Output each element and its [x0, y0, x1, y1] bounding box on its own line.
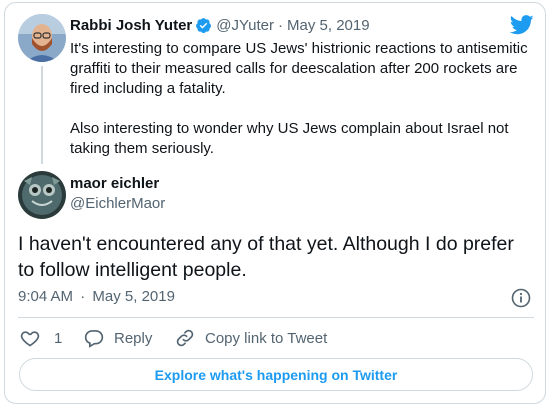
copy-link-button[interactable]: Copy link to Tweet	[175, 328, 327, 348]
parent-tweet-header: Rabbi Josh Yuter @JYuter · May 5, 2019	[70, 17, 370, 34]
parent-text-line: Also interesting to wonder why US Jews c…	[70, 120, 509, 137]
heart-icon	[20, 331, 40, 347]
parent-text-line: graffiti to their measured calls for dee…	[70, 60, 518, 77]
reply-date: May 5, 2019	[92, 288, 175, 305]
reply-tweet-text: I haven't encountered any of that yet. A…	[18, 231, 538, 283]
parent-text-line: taking them seriously.	[70, 140, 214, 157]
reply-author-block: maor eichler @EichlerMaor	[70, 175, 165, 212]
reply-author-handle[interactable]: @EichlerMaor	[70, 195, 165, 212]
reply-bubble-icon	[84, 330, 104, 348]
parent-author-handle[interactable]: @JYuter	[216, 17, 274, 34]
copy-link-label: Copy link to Tweet	[205, 329, 328, 347]
parent-text-line: It's interesting to compare US Jews' his…	[70, 40, 528, 57]
parent-text-line: fired including a fatality.	[70, 80, 226, 97]
parent-author-avatar[interactable]	[18, 14, 66, 62]
thread-connector-line	[41, 66, 43, 164]
link-icon	[176, 329, 194, 347]
reply-time: 9:04 AM	[18, 288, 74, 305]
reply-label: Reply	[114, 329, 153, 347]
like-count: 1	[54, 329, 63, 347]
like-button[interactable]: 1	[20, 328, 62, 348]
twitter-bird-icon[interactable]	[509, 15, 534, 40]
verified-badge-icon	[195, 17, 212, 34]
reply-text-line: I haven't encountered any of that yet. A…	[18, 233, 514, 255]
reply-button[interactable]: Reply	[84, 328, 152, 348]
reply-timestamp[interactable]: 9:04 AM · May 5, 2019	[18, 288, 175, 305]
timestamp-separator: ·	[80, 288, 86, 305]
header-separator: ·	[278, 17, 284, 34]
parent-author-name[interactable]: Rabbi Josh Yuter	[70, 17, 192, 34]
info-icon[interactable]	[511, 288, 531, 313]
reply-text-line: to follow intelligent people.	[18, 259, 247, 281]
reply-author-name[interactable]: maor eichler	[70, 175, 165, 192]
explore-label: Explore what's happening on Twitter	[154, 366, 398, 383]
embedded-tweet-card: Rabbi Josh Yuter @JYuter · May 5, 2019 I…	[4, 2, 546, 404]
actions-divider	[18, 317, 534, 318]
reply-author-avatar[interactable]	[18, 171, 66, 219]
parent-tweet-text: It's interesting to compare US Jews' his…	[70, 39, 540, 159]
explore-twitter-button[interactable]: Explore what's happening on Twitter	[19, 358, 533, 391]
parent-tweet-date[interactable]: May 5, 2019	[287, 17, 370, 34]
